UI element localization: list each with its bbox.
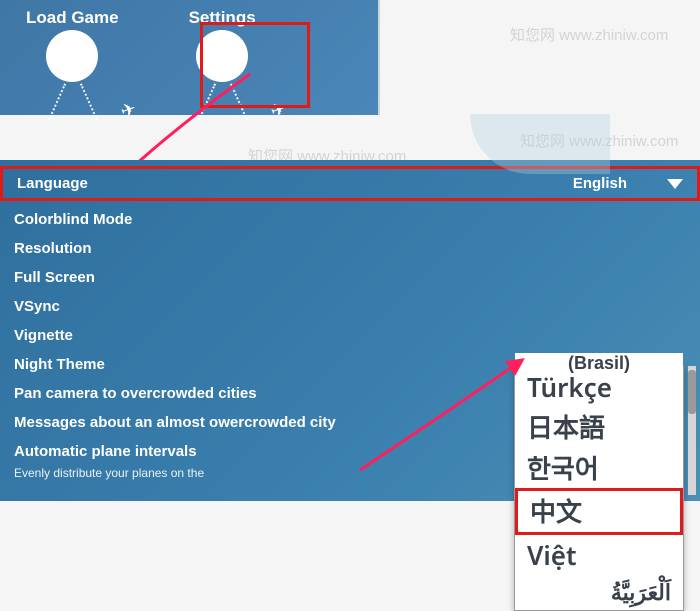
settings-row[interactable]: VSync: [0, 292, 700, 321]
language-dropdown[interactable]: (Brasil) Türkçe日本語한국어中文Việtاَلْعَرَبِيَّ…: [514, 366, 684, 611]
settings-row-label: Night Theme: [14, 356, 105, 373]
dropdown-item[interactable]: اَلْعَرَبِيَّةُ: [515, 575, 683, 610]
settings-row[interactable]: Resolution: [0, 234, 700, 263]
settings-panel: Language English Colorblind Mode Resoluti…: [0, 160, 700, 501]
plane-icon: ✈: [268, 98, 289, 123]
dropdown-item[interactable]: 日本語: [515, 407, 683, 447]
settings-row-label: VSync: [14, 298, 60, 315]
settings-row[interactable]: Vignette: [0, 321, 700, 350]
plane-icon: ✈: [118, 98, 139, 123]
dropdown-item[interactable]: Việt: [515, 535, 683, 575]
top-screenshot: Load Game ✈ Settings ✈: [0, 0, 380, 115]
scrollbar-track[interactable]: [688, 366, 696, 495]
language-label: Language: [17, 175, 88, 192]
scrollbar-thumb[interactable]: [688, 370, 696, 414]
settings-row-label: Vignette: [14, 327, 73, 344]
settings-row-label: Automatic plane intervals: [14, 443, 197, 460]
settings-row-label: Colorblind Mode: [14, 211, 132, 228]
dropdown-item[interactable]: 한국어: [515, 448, 683, 488]
load-game-label: Load Game: [26, 8, 119, 28]
dropdown-item[interactable]: 中文: [515, 488, 683, 534]
settings-row-label: Resolution: [14, 240, 92, 257]
settings-label: Settings: [189, 8, 256, 28]
settings-row[interactable]: Colorblind Mode: [0, 205, 700, 234]
settings-row[interactable]: Full Screen: [0, 263, 700, 292]
language-row[interactable]: Language English: [0, 166, 700, 201]
settings-button[interactable]: Settings ✈: [189, 8, 256, 82]
watermark: 知您网 www.zhiniw.com: [510, 24, 668, 45]
settings-row-label: Full Screen: [14, 269, 95, 286]
dropdown-truncated-top: (Brasil): [515, 353, 683, 374]
settings-row-label: Messages about an almost owercrowded cit…: [14, 414, 336, 431]
load-game-circle: ✈: [46, 30, 98, 82]
language-value: English: [573, 175, 627, 192]
load-game-button[interactable]: Load Game ✈: [26, 8, 119, 82]
chevron-down-icon: [667, 179, 683, 189]
settings-circle: ✈: [196, 30, 248, 82]
settings-row-label: Pan camera to overcrowded cities: [14, 385, 257, 402]
